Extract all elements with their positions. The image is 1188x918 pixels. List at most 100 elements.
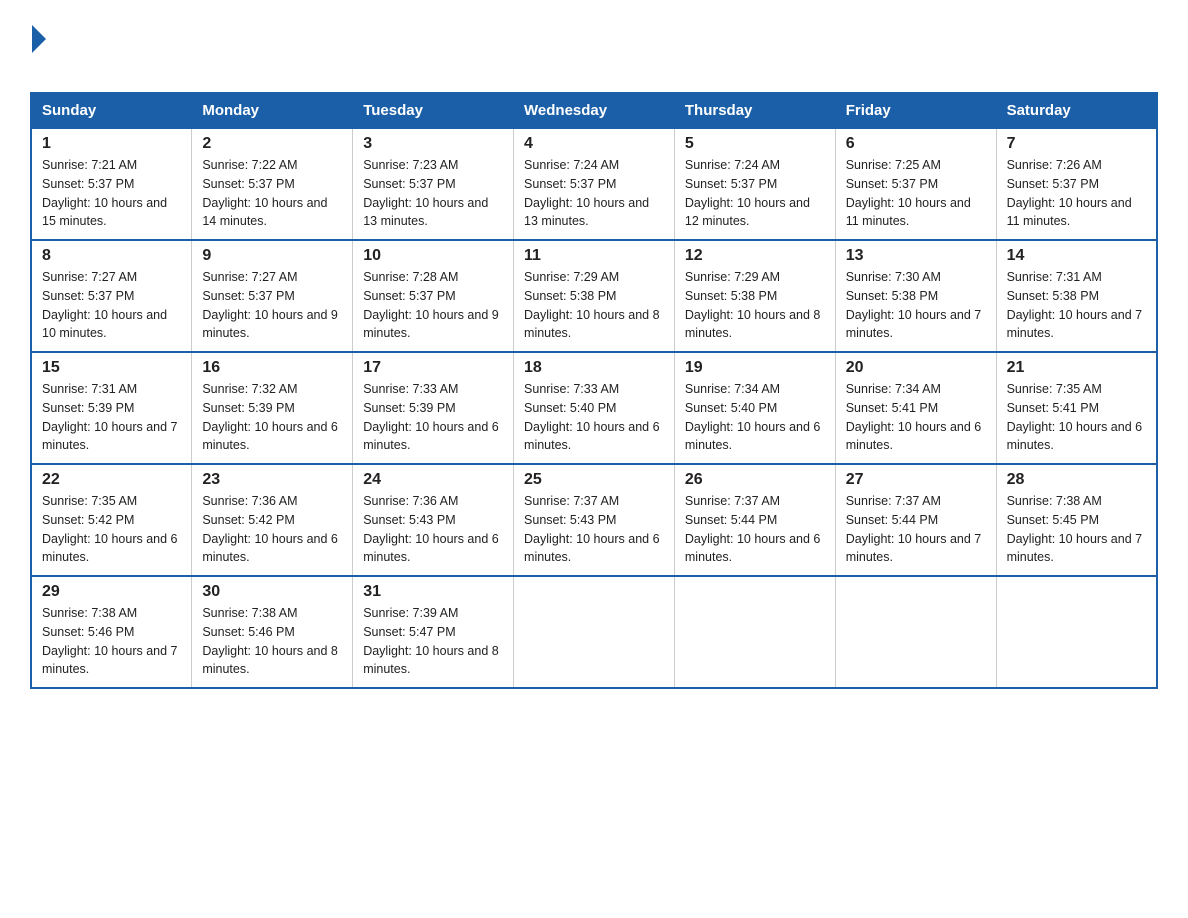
day-info: Sunrise: 7:36 AM Sunset: 5:43 PM Dayligh… <box>363 492 503 567</box>
day-number: 6 <box>846 135 986 153</box>
daylight-text: Daylight: 10 hours and 13 minutes. <box>524 196 649 229</box>
sunset-text: Sunset: 5:41 PM <box>1007 401 1099 415</box>
calendar-cell: 2 Sunrise: 7:22 AM Sunset: 5:37 PM Dayli… <box>192 128 353 240</box>
calendar-cell: 4 Sunrise: 7:24 AM Sunset: 5:37 PM Dayli… <box>514 128 675 240</box>
calendar-cell: 18 Sunrise: 7:33 AM Sunset: 5:40 PM Dayl… <box>514 352 675 464</box>
calendar-cell: 27 Sunrise: 7:37 AM Sunset: 5:44 PM Dayl… <box>835 464 996 576</box>
day-info: Sunrise: 7:24 AM Sunset: 5:37 PM Dayligh… <box>685 156 825 231</box>
sunset-text: Sunset: 5:39 PM <box>202 401 294 415</box>
calendar-cell: 25 Sunrise: 7:37 AM Sunset: 5:43 PM Dayl… <box>514 464 675 576</box>
daylight-text: Daylight: 10 hours and 6 minutes. <box>42 532 178 565</box>
calendar-cell: 15 Sunrise: 7:31 AM Sunset: 5:39 PM Dayl… <box>31 352 192 464</box>
sunrise-text: Sunrise: 7:26 AM <box>1007 158 1102 172</box>
daylight-text: Daylight: 10 hours and 7 minutes. <box>1007 308 1143 341</box>
day-info: Sunrise: 7:29 AM Sunset: 5:38 PM Dayligh… <box>685 268 825 343</box>
daylight-text: Daylight: 10 hours and 7 minutes. <box>846 532 982 565</box>
calendar-cell: 24 Sunrise: 7:36 AM Sunset: 5:43 PM Dayl… <box>353 464 514 576</box>
day-info: Sunrise: 7:35 AM Sunset: 5:42 PM Dayligh… <box>42 492 181 567</box>
daylight-text: Daylight: 10 hours and 6 minutes. <box>524 532 660 565</box>
day-number: 30 <box>202 583 342 601</box>
day-info: Sunrise: 7:23 AM Sunset: 5:37 PM Dayligh… <box>363 156 503 231</box>
daylight-text: Daylight: 10 hours and 13 minutes. <box>363 196 488 229</box>
calendar-week-row: 1 Sunrise: 7:21 AM Sunset: 5:37 PM Dayli… <box>31 128 1157 240</box>
sunrise-text: Sunrise: 7:35 AM <box>42 494 137 508</box>
sunrise-text: Sunrise: 7:39 AM <box>363 606 458 620</box>
sunset-text: Sunset: 5:40 PM <box>685 401 777 415</box>
day-number: 2 <box>202 135 342 153</box>
sunset-text: Sunset: 5:47 PM <box>363 625 455 639</box>
calendar-cell: 3 Sunrise: 7:23 AM Sunset: 5:37 PM Dayli… <box>353 128 514 240</box>
day-info: Sunrise: 7:25 AM Sunset: 5:37 PM Dayligh… <box>846 156 986 231</box>
calendar-cell: 23 Sunrise: 7:36 AM Sunset: 5:42 PM Dayl… <box>192 464 353 576</box>
calendar-cell: 7 Sunrise: 7:26 AM Sunset: 5:37 PM Dayli… <box>996 128 1157 240</box>
sunrise-text: Sunrise: 7:27 AM <box>42 270 137 284</box>
daylight-text: Daylight: 10 hours and 9 minutes. <box>363 308 499 341</box>
sunrise-text: Sunrise: 7:36 AM <box>363 494 458 508</box>
sunset-text: Sunset: 5:39 PM <box>363 401 455 415</box>
calendar-cell <box>514 576 675 688</box>
calendar-cell: 10 Sunrise: 7:28 AM Sunset: 5:37 PM Dayl… <box>353 240 514 352</box>
daylight-text: Daylight: 10 hours and 11 minutes. <box>1007 196 1132 229</box>
daylight-text: Daylight: 10 hours and 6 minutes. <box>524 420 660 453</box>
weekday-header-monday: Monday <box>192 93 353 128</box>
sunset-text: Sunset: 5:38 PM <box>846 289 938 303</box>
sunrise-text: Sunrise: 7:29 AM <box>685 270 780 284</box>
day-number: 8 <box>42 247 181 265</box>
calendar-cell: 11 Sunrise: 7:29 AM Sunset: 5:38 PM Dayl… <box>514 240 675 352</box>
daylight-text: Daylight: 10 hours and 7 minutes. <box>1007 532 1143 565</box>
day-number: 12 <box>685 247 825 265</box>
daylight-text: Daylight: 10 hours and 8 minutes. <box>685 308 821 341</box>
calendar-cell: 26 Sunrise: 7:37 AM Sunset: 5:44 PM Dayl… <box>674 464 835 576</box>
sunrise-text: Sunrise: 7:25 AM <box>846 158 941 172</box>
calendar-cell: 13 Sunrise: 7:30 AM Sunset: 5:38 PM Dayl… <box>835 240 996 352</box>
day-number: 5 <box>685 135 825 153</box>
sunrise-text: Sunrise: 7:33 AM <box>524 382 619 396</box>
daylight-text: Daylight: 10 hours and 8 minutes. <box>524 308 660 341</box>
weekday-header-thursday: Thursday <box>674 93 835 128</box>
calendar-week-row: 22 Sunrise: 7:35 AM Sunset: 5:42 PM Dayl… <box>31 464 1157 576</box>
day-number: 19 <box>685 359 825 377</box>
sunrise-text: Sunrise: 7:29 AM <box>524 270 619 284</box>
sunset-text: Sunset: 5:37 PM <box>524 177 616 191</box>
day-info: Sunrise: 7:39 AM Sunset: 5:47 PM Dayligh… <box>363 604 503 679</box>
calendar-cell: 30 Sunrise: 7:38 AM Sunset: 5:46 PM Dayl… <box>192 576 353 688</box>
calendar-cell: 6 Sunrise: 7:25 AM Sunset: 5:37 PM Dayli… <box>835 128 996 240</box>
day-info: Sunrise: 7:24 AM Sunset: 5:37 PM Dayligh… <box>524 156 664 231</box>
sunset-text: Sunset: 5:42 PM <box>42 513 134 527</box>
day-info: Sunrise: 7:34 AM Sunset: 5:41 PM Dayligh… <box>846 380 986 455</box>
weekday-header-friday: Friday <box>835 93 996 128</box>
day-info: Sunrise: 7:27 AM Sunset: 5:37 PM Dayligh… <box>42 268 181 343</box>
day-info: Sunrise: 7:21 AM Sunset: 5:37 PM Dayligh… <box>42 156 181 231</box>
sunset-text: Sunset: 5:37 PM <box>363 289 455 303</box>
day-info: Sunrise: 7:22 AM Sunset: 5:37 PM Dayligh… <box>202 156 342 231</box>
sunset-text: Sunset: 5:45 PM <box>1007 513 1099 527</box>
logo <box>30 20 48 74</box>
sunrise-text: Sunrise: 7:23 AM <box>363 158 458 172</box>
day-info: Sunrise: 7:28 AM Sunset: 5:37 PM Dayligh… <box>363 268 503 343</box>
day-number: 31 <box>363 583 503 601</box>
sunrise-text: Sunrise: 7:37 AM <box>524 494 619 508</box>
sunrise-text: Sunrise: 7:30 AM <box>846 270 941 284</box>
daylight-text: Daylight: 10 hours and 6 minutes. <box>685 420 821 453</box>
day-number: 17 <box>363 359 503 377</box>
daylight-text: Daylight: 10 hours and 7 minutes. <box>42 420 178 453</box>
calendar-cell: 12 Sunrise: 7:29 AM Sunset: 5:38 PM Dayl… <box>674 240 835 352</box>
calendar-cell: 22 Sunrise: 7:35 AM Sunset: 5:42 PM Dayl… <box>31 464 192 576</box>
sunset-text: Sunset: 5:43 PM <box>363 513 455 527</box>
sunrise-text: Sunrise: 7:37 AM <box>846 494 941 508</box>
sunset-text: Sunset: 5:37 PM <box>42 177 134 191</box>
calendar-cell <box>835 576 996 688</box>
day-info: Sunrise: 7:30 AM Sunset: 5:38 PM Dayligh… <box>846 268 986 343</box>
sunset-text: Sunset: 5:46 PM <box>42 625 134 639</box>
day-info: Sunrise: 7:38 AM Sunset: 5:45 PM Dayligh… <box>1007 492 1146 567</box>
calendar-cell: 21 Sunrise: 7:35 AM Sunset: 5:41 PM Dayl… <box>996 352 1157 464</box>
sunset-text: Sunset: 5:37 PM <box>1007 177 1099 191</box>
logo-text <box>30 25 48 53</box>
weekday-header-row: SundayMondayTuesdayWednesdayThursdayFrid… <box>31 93 1157 128</box>
daylight-text: Daylight: 10 hours and 6 minutes. <box>1007 420 1143 453</box>
day-number: 10 <box>363 247 503 265</box>
sunrise-text: Sunrise: 7:34 AM <box>685 382 780 396</box>
daylight-text: Daylight: 10 hours and 8 minutes. <box>202 644 338 677</box>
day-info: Sunrise: 7:33 AM Sunset: 5:39 PM Dayligh… <box>363 380 503 455</box>
day-number: 1 <box>42 135 181 153</box>
